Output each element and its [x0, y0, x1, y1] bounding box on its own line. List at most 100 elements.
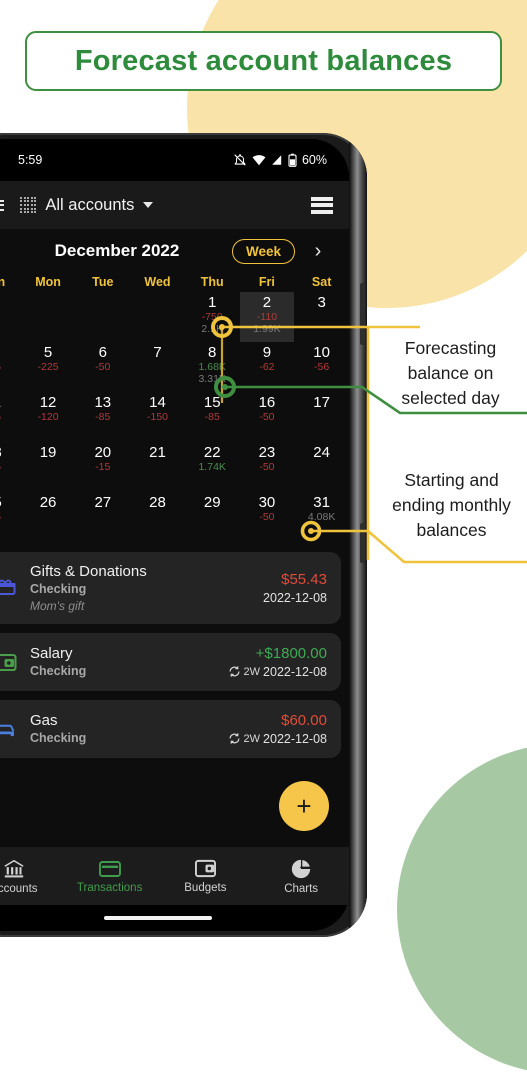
- day-of-week-fri: Fri: [258, 275, 275, 289]
- gift-icon: [0, 576, 30, 600]
- annotation-forecasting-balance: Forecasting balance on selected day: [378, 336, 523, 411]
- calendar-day-amount: -120: [37, 411, 59, 423]
- transaction-date: 2022-12-08: [263, 731, 327, 746]
- nav-label-budgets: Budgets: [184, 882, 227, 894]
- day-of-week-tue: Tue: [92, 275, 114, 289]
- calendar-day-number: 22: [203, 444, 221, 461]
- day-of-week-header: Sun Mon Tue Wed Thu Fri Sat: [0, 273, 349, 292]
- calendar-day-27[interactable]: 27: [75, 492, 130, 542]
- month-label: December 2022: [54, 241, 180, 260]
- chevron-right-icon[interactable]: ›: [301, 241, 335, 261]
- page-title-banner: Forecast account balances: [25, 31, 502, 91]
- calendar-day-number: 19: [39, 444, 57, 461]
- calendar-day-number: 23: [258, 444, 276, 461]
- wallet-icon: [194, 859, 216, 878]
- calendar-day-25[interactable]: 25-85: [0, 492, 21, 542]
- calendar-week: 11-8512-12013-8514-15015-8516-5017: [0, 392, 349, 442]
- calendar-day-16[interactable]: 16 -50: [240, 392, 295, 442]
- calendar-day-empty: [75, 292, 130, 342]
- calendar-day-6[interactable]: 6 -50: [75, 342, 130, 392]
- transaction-account: Checking: [30, 582, 87, 596]
- calendar-day-18[interactable]: 18-85: [0, 442, 21, 492]
- battery-icon: [288, 153, 297, 167]
- calendar-day-31[interactable]: 31 4.08K: [294, 492, 349, 542]
- calendar-week: 25-852627282930-50314.08K: [0, 492, 349, 542]
- calendar-day-amount: -56: [314, 361, 330, 373]
- transaction-date: 2022-12-08: [263, 664, 327, 679]
- calendar-day-3[interactable]: 3: [294, 292, 349, 342]
- calendar-day-10[interactable]: 10 -56: [294, 342, 349, 392]
- nav-item-accounts[interactable]: Accounts: [0, 858, 62, 895]
- calendar-day-4[interactable]: 4-85: [0, 342, 21, 392]
- calendar-day-8[interactable]: 8 1.68K 3.31K: [185, 342, 240, 392]
- accounts-grid-icon: [20, 196, 37, 214]
- notifications-off-icon: [234, 154, 246, 166]
- calendar-day-9[interactable]: 9 -62: [240, 342, 295, 392]
- transaction-amount: $55.43: [281, 570, 327, 588]
- phone-screen-container: 5:59 60% All accounts December 2022 Week…: [0, 139, 349, 931]
- nav-item-budgets[interactable]: Budgets: [158, 858, 254, 894]
- transaction-details: Gas Checking: [30, 711, 220, 747]
- calendar-day-15[interactable]: 15 -85: [185, 392, 240, 442]
- calendar-day-5[interactable]: 5 -225: [21, 342, 76, 392]
- transaction-account: Checking: [30, 731, 87, 745]
- bank-icon: [4, 859, 24, 877]
- calendar-day-12[interactable]: 12 -120: [21, 392, 76, 442]
- nav-item-charts[interactable]: Charts: [253, 858, 349, 895]
- calendar-day-balance: 4.08K: [307, 511, 336, 523]
- calendar-day-amount: -110: [256, 311, 278, 323]
- calendar-day-20[interactable]: 20 -15: [75, 442, 130, 492]
- calendar-day-11[interactable]: 11-85: [0, 392, 21, 442]
- calendar-day-30[interactable]: 30 -50: [240, 492, 295, 542]
- calendar-day-number: 7: [153, 344, 162, 361]
- calendar-day-amount: -50: [259, 511, 275, 523]
- transaction-row[interactable]: Salary Checking +$1800.00 2W 2022-12-08: [0, 633, 341, 691]
- transaction-details: Salary Checking: [30, 644, 220, 680]
- calendar-day-28[interactable]: 28: [130, 492, 185, 542]
- calendar-day-1[interactable]: 1 -750 2.1K: [185, 292, 240, 342]
- calendar-day-2[interactable]: 2 -110 1.99K: [239, 292, 295, 342]
- calendar-day-number: 2: [262, 294, 272, 311]
- transaction-date: 2022-12-08: [263, 590, 327, 605]
- add-transaction-fab[interactable]: +: [279, 781, 329, 831]
- transaction-details: Gifts & Donations Checking Mom's gift: [30, 562, 255, 614]
- transaction-row[interactable]: Gifts & Donations Checking Mom's gift $55.4…: [0, 552, 341, 624]
- calendar-day-13[interactable]: 13 -85: [75, 392, 130, 442]
- transaction-category: Gas: [30, 712, 58, 729]
- calendar-day-empty: [130, 292, 185, 342]
- calendar-day-number: 27: [94, 494, 112, 511]
- home-indicator[interactable]: [103, 916, 212, 920]
- nav-item-transactions[interactable]: Transactions: [62, 859, 158, 894]
- calendar-day-number: 18: [0, 444, 2, 461]
- calendar-day-26[interactable]: 26: [21, 492, 76, 542]
- calendar-day-number: 29: [203, 494, 221, 511]
- hamburger-menu-icon[interactable]: [0, 197, 20, 213]
- calendar-day-number: 31: [313, 494, 330, 511]
- nav-label-accounts: Accounts: [0, 882, 38, 895]
- transaction-row[interactable]: Gas Checking $60.00 2W 2022-12-08: [0, 700, 341, 758]
- chevron-down-icon: [143, 202, 154, 208]
- calendar-day-7[interactable]: 7: [130, 342, 185, 392]
- calendar-day-balance: 1.99K: [253, 323, 281, 335]
- calendar-day-amount: -150: [146, 411, 168, 423]
- calendar-day-29[interactable]: 29: [185, 492, 240, 542]
- calendar-day-number: 11: [0, 394, 1, 411]
- calendar-day-24[interactable]: 24: [294, 442, 349, 492]
- month-navigation-bar: ‹ December 2022 Week ›: [0, 229, 349, 273]
- calendar-day-17[interactable]: 17: [294, 392, 349, 442]
- day-of-week-wed: Wed: [144, 275, 171, 289]
- calendar-day-22[interactable]: 22 1.74K: [185, 442, 240, 492]
- status-bar: 5:59 60%: [0, 139, 349, 181]
- calendar-day-23[interactable]: 23 -50: [240, 442, 295, 492]
- list-view-icon[interactable]: [311, 196, 333, 214]
- account-selector[interactable]: All accounts: [20, 196, 311, 215]
- nav-label-transactions: Transactions: [76, 881, 143, 894]
- calendar-day-14[interactable]: 14 -150: [130, 392, 185, 442]
- day-of-week-sat: Sat: [311, 275, 332, 289]
- calendar-day-amount: 1.74K: [198, 461, 226, 473]
- calendar-day-21[interactable]: 21: [130, 442, 185, 492]
- status-time: 5:59: [18, 153, 43, 167]
- range-toggle-button[interactable]: Week: [231, 238, 295, 264]
- calendar-day-19[interactable]: 19: [21, 442, 76, 492]
- annotation-text-2: Starting and ending monthly balances: [392, 470, 511, 540]
